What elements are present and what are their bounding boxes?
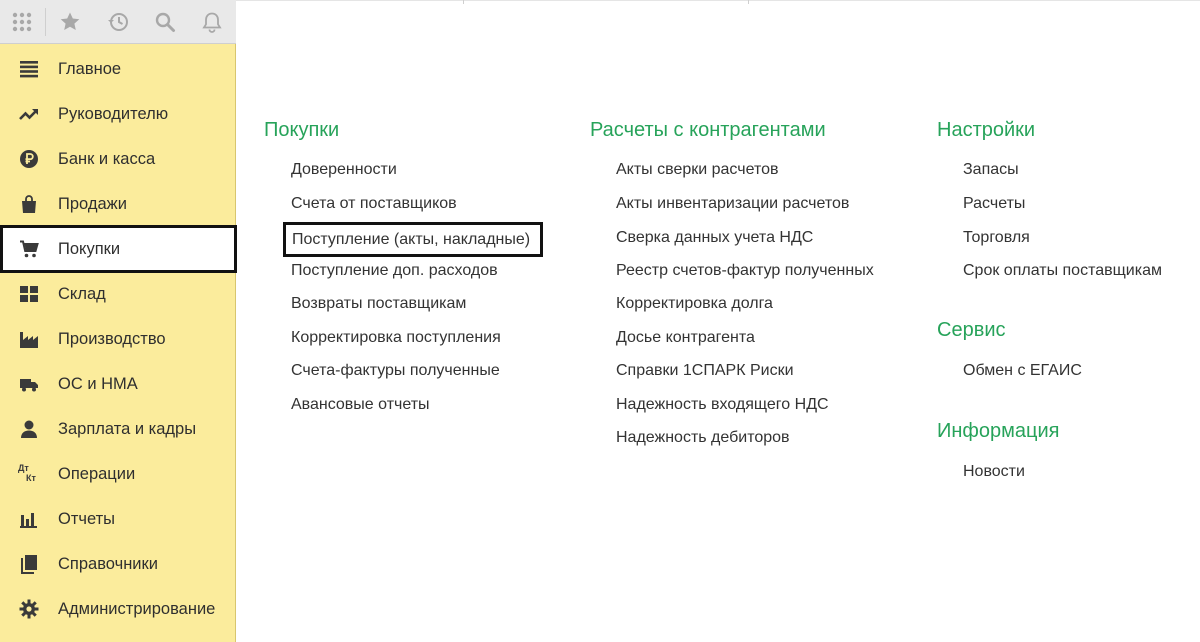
link-incoming-vat-reliability[interactable]: Надежность входящего НДС (616, 396, 829, 414)
sidebar-item-reports[interactable]: Отчеты (0, 497, 236, 541)
top-border (236, 0, 1200, 1)
notifications-bell-icon[interactable] (197, 7, 227, 37)
link-power-of-attorney[interactable]: Доверенности (291, 161, 397, 179)
link-trade[interactable]: Торговля (963, 229, 1030, 247)
sidebar-item-label: Продажи (58, 194, 127, 213)
sidebar-item-payroll[interactable]: Зарплата и кадры (0, 407, 236, 451)
link-vat-reconciliation[interactable]: Сверка данных учета НДС (616, 229, 813, 247)
sidebar-item-fixed-assets[interactable]: ОС и НМА (0, 362, 236, 406)
link-invoice-register[interactable]: Реестр счетов-фактур полученных (616, 262, 874, 280)
sidebar-item-manager[interactable]: Руководителю (0, 92, 236, 136)
link-news[interactable]: Новости (963, 463, 1025, 481)
tab-divider (748, 0, 749, 4)
books-icon (18, 553, 40, 575)
sidebar-item-label: Покупки (58, 239, 121, 258)
link-egais-exchange[interactable]: Обмен с ЕГАИС (963, 362, 1082, 380)
sidebar-item-label: Отчеты (58, 509, 116, 528)
link-debt-adjustment[interactable]: Корректировка долга (616, 295, 773, 313)
shopping-cart-icon (18, 238, 40, 260)
bar-chart-icon (18, 508, 40, 530)
link-debtor-reliability[interactable]: Надежность дебиторов (616, 429, 790, 447)
link-supplier-payment-terms[interactable]: Срок оплаты поставщикам (963, 262, 1162, 280)
link-receipts-acts-waybills[interactable]: Поступление (акты, накладные) (283, 222, 543, 257)
sidebar-item-references[interactable]: Справочники (0, 542, 236, 586)
link-additional-expenses[interactable]: Поступление доп. расходов (291, 262, 498, 280)
sidebar-item-label: Операции (58, 464, 136, 483)
link-settlements-settings[interactable]: Расчеты (963, 195, 1025, 213)
link-advance-reports[interactable]: Авансовые отчеты (291, 396, 430, 414)
link-stocks[interactable]: Запасы (963, 161, 1019, 179)
link-spark-risks[interactable]: Справки 1СПАРК Риски (616, 362, 794, 380)
section-title-information: Информация (937, 420, 1060, 442)
sidebar-item-operations[interactable]: Дт Кт Операции (0, 452, 236, 496)
sidebar-item-purchases[interactable]: Покупки (0, 225, 237, 273)
sidebar: Главное Руководителю Банк и касса Продаж… (0, 0, 237, 642)
sidebar-item-label: Банк и касса (58, 149, 156, 168)
factory-icon (18, 328, 40, 350)
section-title-settings: Настройки (937, 119, 1036, 141)
link-counterparty-dossier[interactable]: Досье контрагента (616, 329, 755, 347)
truck-icon (18, 373, 40, 395)
section-title-purchases: Покупки (264, 119, 340, 141)
section-title-settlements: Расчеты с контрагентами (590, 119, 826, 141)
menu-lines-icon (18, 58, 40, 80)
sidebar-item-label: Склад (58, 284, 106, 303)
sidebar-item-main[interactable]: Главное (0, 47, 236, 91)
shopping-bag-icon (18, 193, 40, 215)
tab-divider (463, 0, 464, 4)
sidebar-toolbar (0, 0, 236, 44)
ruble-coin-icon (18, 148, 40, 170)
link-inventory-acts[interactable]: Акты инвентаризации расчетов (616, 195, 849, 213)
sidebar-item-label: ОС и НМА (58, 374, 138, 393)
debit-credit-icon: Дт Кт (18, 463, 40, 485)
sidebar-item-warehouse[interactable]: Склад (0, 272, 236, 316)
warehouse-grid-icon (18, 283, 40, 305)
sidebar-item-label: Производство (58, 329, 166, 348)
toolbar-divider (45, 8, 46, 36)
person-icon (18, 418, 40, 440)
sidebar-item-label: Администрирование (58, 599, 216, 618)
sidebar-item-label: Главное (58, 59, 122, 78)
search-icon[interactable] (150, 7, 180, 37)
sidebar-item-label: Зарплата и кадры (58, 419, 197, 438)
sidebar-item-label: Руководителю (58, 104, 169, 123)
sidebar-item-administration[interactable]: Администрирование (0, 587, 236, 631)
link-supplier-invoices[interactable]: Счета от поставщиков (291, 195, 457, 213)
trend-up-icon (18, 103, 40, 125)
apps-grid-icon[interactable] (7, 7, 37, 37)
sidebar-item-sales[interactable]: Продажи (0, 182, 236, 226)
link-reconciliation-acts[interactable]: Акты сверки расчетов (616, 161, 779, 179)
credit-glyph: Кт (26, 473, 36, 483)
link-received-vat-invoices[interactable]: Счета-фактуры полученные (291, 362, 500, 380)
sidebar-item-bank[interactable]: Банк и касса (0, 137, 236, 181)
sidebar-item-label: Справочники (58, 554, 158, 573)
section-title-service: Сервис (937, 319, 1006, 341)
link-supplier-returns[interactable]: Возвраты поставщикам (291, 295, 466, 313)
link-receipt-adjustment[interactable]: Корректировка поступления (291, 329, 501, 347)
history-icon[interactable] (103, 7, 133, 37)
favorites-star-icon[interactable] (55, 7, 85, 37)
sidebar-item-production[interactable]: Производство (0, 317, 236, 361)
gear-icon (18, 598, 40, 620)
debit-glyph: Дт (18, 463, 29, 473)
